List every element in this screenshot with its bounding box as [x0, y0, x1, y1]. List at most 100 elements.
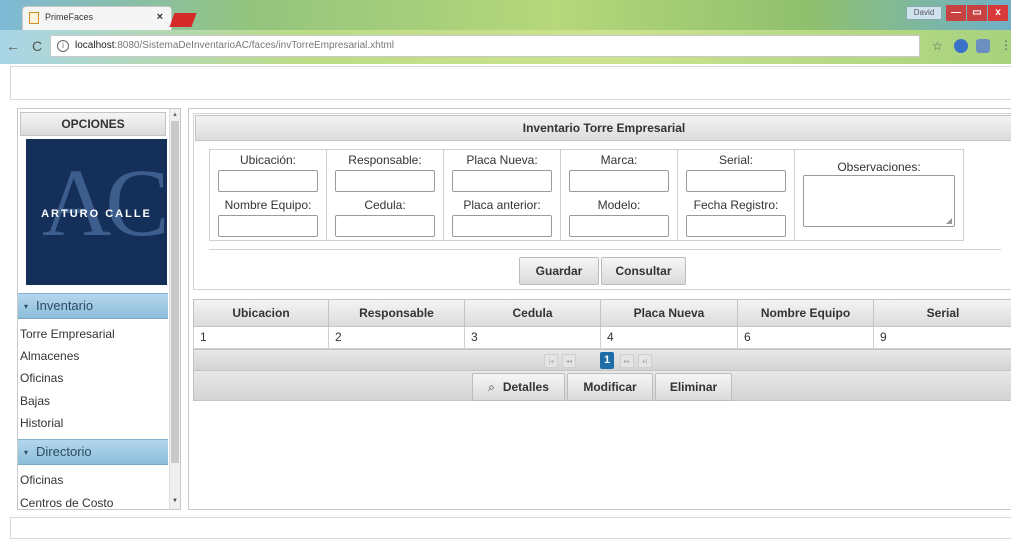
marca-input[interactable]: [569, 170, 669, 192]
scroll-down-icon[interactable]: ▼: [170, 495, 180, 507]
placa-nueva-input[interactable]: [452, 170, 552, 192]
scroll-up-icon[interactable]: ▲: [170, 109, 180, 121]
search-icon: ⌕: [488, 380, 495, 394]
table-row[interactable]: 1 2 3 4 6 9: [193, 327, 1011, 349]
field-label: Marca:: [600, 153, 638, 167]
menu-item-historial[interactable]: Historial: [20, 416, 63, 430]
serial-input[interactable]: [686, 170, 786, 192]
field-label: Placa Nueva:: [466, 153, 538, 167]
browser-titlebar: PrimeFaces × David — ▭ x: [0, 0, 1011, 30]
field-label: Fecha Registro:: [693, 198, 779, 212]
back-arrow-icon[interactable]: ←: [6, 38, 20, 54]
divider: [209, 249, 1001, 250]
accordion-directorio[interactable]: ▾ Directorio: [18, 439, 168, 465]
menu-item-bajas[interactable]: Bajas: [20, 394, 50, 408]
sidebar-scrollbar[interactable]: ▲ ▼: [169, 109, 180, 509]
field-label: Placa anterior:: [463, 198, 541, 212]
field-serial: Serial:: [678, 150, 795, 195]
menu-item-oficinas[interactable]: Oficinas: [20, 371, 63, 385]
field-nombre-equipo: Nombre Equipo:: [210, 195, 327, 240]
maximize-button[interactable]: ▭: [967, 5, 987, 21]
minimize-button[interactable]: —: [946, 5, 966, 21]
nombre-equipo-input[interactable]: [218, 215, 318, 237]
extension-icon-2[interactable]: [976, 39, 990, 53]
field-label: Observaciones:: [837, 160, 921, 174]
modificar-button[interactable]: Modificar: [567, 373, 653, 401]
logo-wordmark: ARTURO CALLE: [41, 208, 152, 220]
field-observaciones: Observaciones: ◢: [795, 150, 963, 240]
last-page-icon[interactable]: ▸|: [638, 354, 652, 368]
options-sidebar: OPCIONES AC ARTURO CALLE ▾ Inventario Tor…: [17, 108, 181, 510]
inventory-form-panel: Inventario Torre Empresarial Ubicación: …: [193, 113, 1011, 290]
tab-close-icon[interactable]: ×: [157, 11, 163, 23]
chevron-down-icon: ▾: [24, 302, 29, 311]
column-header-placa-nueva[interactable]: Placa Nueva: [601, 300, 738, 326]
field-marca: Marca:: [561, 150, 678, 195]
field-label: Nombre Equipo:: [224, 198, 312, 212]
page-number-active[interactable]: 1: [600, 352, 614, 369]
field-label: Cedula:: [364, 198, 406, 212]
chevron-down-icon: ▾: [24, 448, 29, 457]
cell-nombre-equipo: 6: [738, 327, 874, 348]
profile-badge[interactable]: David: [906, 6, 942, 20]
field-ubicacion: Ubicación:: [210, 150, 327, 195]
responsable-input[interactable]: [335, 170, 435, 192]
page-header-strip: [10, 66, 1011, 100]
column-header-nombre-equipo[interactable]: Nombre Equipo: [738, 300, 874, 326]
menu-item-centros-de-costo[interactable]: Centros de Costo: [20, 496, 113, 509]
browser-tab[interactable]: PrimeFaces ×: [22, 6, 172, 30]
field-modelo: Modelo:: [561, 195, 678, 240]
ubicacion-input[interactable]: [218, 170, 318, 192]
field-placa-anterior: Placa anterior:: [444, 195, 561, 240]
logo-monogram: AC: [42, 149, 167, 256]
browser-toolbar: ← C i localhost:8080/SistemaDeInventario…: [0, 30, 1011, 64]
column-header-responsable[interactable]: Responsable: [329, 300, 465, 326]
reload-icon[interactable]: C: [32, 38, 42, 54]
detalles-button[interactable]: ⌕ Detalles: [472, 373, 565, 401]
scroll-thumb[interactable]: [171, 121, 179, 463]
accordion-inventario[interactable]: ▾ Inventario: [18, 293, 168, 319]
column-header-cedula[interactable]: Cedula: [465, 300, 601, 326]
eliminar-button[interactable]: Eliminar: [655, 373, 732, 401]
menu-item-torre-empresarial[interactable]: Torre Empresarial: [20, 327, 115, 341]
sidebar-title: OPCIONES: [20, 112, 166, 136]
cedula-input[interactable]: [335, 215, 435, 237]
observaciones-textarea[interactable]: ◢: [803, 175, 955, 227]
field-label: Serial:: [718, 153, 753, 167]
cell-cedula: 3: [465, 327, 601, 348]
paginator: |◂ ◂◂ 1 ▸▸ ▸|: [193, 349, 1011, 371]
url-host: localhost: [75, 40, 115, 51]
next-page-icon[interactable]: ▸▸: [620, 354, 634, 368]
browser-menu-icon[interactable]: ⋮: [1000, 38, 1011, 52]
url-path: :8080/SistemaDeInventarioAC/faces/invTor…: [114, 40, 395, 51]
prev-page-icon[interactable]: ◂◂: [562, 354, 576, 368]
url-text: localhost:8080/SistemaDeInventarioAC/fac…: [75, 40, 394, 51]
consultar-button[interactable]: Consultar: [601, 257, 686, 285]
accordion-title: Directorio: [36, 444, 92, 459]
new-tab-button[interactable]: [169, 13, 197, 27]
column-header-serial[interactable]: Serial: [874, 300, 1011, 326]
field-label: Modelo:: [597, 198, 641, 212]
field-cedula: Cedula:: [327, 195, 444, 240]
column-header-ubicacion[interactable]: Ubicacion: [194, 300, 329, 326]
field-responsable: Responsable:: [327, 150, 444, 195]
form-grid: Ubicación: Responsable: Placa Nueva: Mar…: [209, 149, 964, 241]
page-icon: [29, 12, 39, 24]
modelo-input[interactable]: [569, 215, 669, 237]
bookmark-star-icon[interactable]: ☆: [932, 39, 943, 53]
fecha-registro-input[interactable]: [686, 215, 786, 237]
extension-icon[interactable]: [954, 39, 968, 53]
close-window-button[interactable]: x: [988, 5, 1008, 21]
cell-responsable: 2: [329, 327, 465, 348]
tab-title: PrimeFaces: [45, 12, 94, 22]
placa-anterior-input[interactable]: [452, 215, 552, 237]
resize-grip-icon[interactable]: ◢: [946, 216, 952, 225]
accordion-title: Inventario: [36, 298, 94, 313]
menu-item-almacenes[interactable]: Almacenes: [20, 349, 79, 363]
guardar-button[interactable]: Guardar: [519, 257, 599, 285]
menu-item-dir-oficinas[interactable]: Oficinas: [20, 473, 63, 487]
address-bar[interactable]: i localhost:8080/SistemaDeInventarioAC/f…: [50, 35, 920, 57]
first-page-icon[interactable]: |◂: [544, 354, 558, 368]
info-icon[interactable]: i: [57, 40, 69, 52]
main-content: Inventario Torre Empresarial Ubicación: …: [188, 108, 1011, 510]
